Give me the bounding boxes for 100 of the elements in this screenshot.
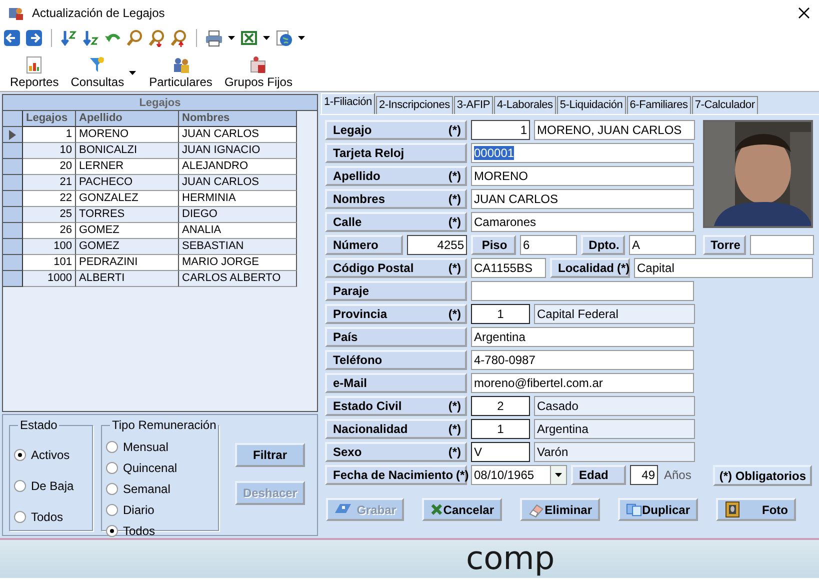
field-label: Paraje [325,281,467,301]
row-selector[interactable] [3,159,23,175]
input-field[interactable]: 6 [520,235,577,255]
radio-button[interactable] [14,449,26,461]
radio-option[interactable]: Quincenal [106,459,214,477]
radio-option[interactable]: Mensual [106,438,214,456]
radio-option[interactable]: Semanal [106,480,214,498]
row-selector[interactable] [3,239,23,255]
input-field[interactable]: 1 [471,304,530,324]
caret-icon[interactable] [262,34,271,42]
row-selector[interactable] [3,127,23,143]
input-field[interactable] [750,235,814,255]
input-field[interactable]: Varón [534,442,695,462]
table-cell: GOMEZ [76,223,179,239]
tab[interactable]: 7-Calculador [692,96,758,114]
tab[interactable]: 3-AFIP [454,96,493,114]
search-down-icon[interactable] [148,29,166,47]
row-selector[interactable] [3,191,23,207]
spreadsheet-icon[interactable] [240,29,258,47]
filter-button[interactable]: Filtrar [235,443,305,467]
input-field[interactable] [471,281,694,301]
radio-option[interactable]: Diario [106,501,214,519]
caret-icon[interactable] [227,34,236,42]
toolbar-button[interactable]: Reportes [10,55,59,89]
caret-icon[interactable] [297,34,306,42]
input-field[interactable]: Argentina [471,327,694,347]
app-icon [8,5,24,21]
input-field[interactable]: CA1155BS [471,258,546,278]
caret-icon[interactable] [128,69,138,77]
toolbar-button[interactable]: Consultas [70,55,124,89]
radio-button[interactable] [106,483,118,495]
column-header[interactable]: Apellido [76,111,179,127]
tab[interactable]: 1-Filiación [321,93,375,114]
column-header[interactable]: Legajos [23,111,76,127]
dropdown-button[interactable] [550,466,566,484]
action-button[interactable]: Duplicar [618,498,698,521]
table-cell: MARIO JORGE [179,255,297,271]
input-field[interactable]: Camarones [471,212,694,232]
group-title: Tipo Remuneración [110,418,218,432]
field-label: Teléfono [325,350,467,370]
toolbar-button[interactable]: Particulares [149,55,212,89]
input-field[interactable]: 2 [471,396,530,416]
input-field[interactable]: V [471,442,530,462]
input-field[interactable]: 49 [630,465,658,485]
column-header[interactable]: Nombres [179,111,297,127]
radio-option[interactable]: Todos [14,508,88,526]
input-field[interactable]: A [629,235,696,255]
printer-icon[interactable] [205,29,223,47]
input-field[interactable]: 4-780-0987 [471,350,694,370]
input-field[interactable]: MORENO [471,166,694,186]
input-field[interactable]: 1 [471,120,530,140]
search-up-icon[interactable] [170,29,188,47]
radio-button[interactable] [14,480,26,492]
table-cell: 20 [23,159,76,175]
input-field[interactable]: Argentina [534,419,695,439]
radio-button[interactable] [106,504,118,516]
input-field[interactable]: 000001 [471,143,694,163]
input-field[interactable]: 4255 [407,235,467,255]
required-legend-button[interactable]: (*) Obligatorios [713,465,812,486]
action-button[interactable]: Eliminar [520,498,600,521]
input-field[interactable]: Capital [634,258,813,278]
radio-button[interactable] [106,525,118,537]
tab[interactable]: 2-Inscripciones [376,96,453,114]
sort-descending-icon[interactable] [82,29,100,47]
toolbar-button[interactable]: Grupos Fijos [224,55,292,89]
action-button[interactable]: Cancelar [422,498,502,521]
search-icon[interactable] [126,29,144,47]
date-field[interactable]: 08/10/1965 [471,465,567,485]
action-button[interactable]: Foto [716,498,796,521]
row-selector[interactable] [3,255,23,271]
tab[interactable]: 6-Familiares [626,96,691,114]
field-label: Número [325,235,403,255]
sort-ascending-icon[interactable] [60,29,78,47]
close-icon[interactable] [797,6,811,20]
input-field[interactable]: MORENO, JUAN CARLOS [534,120,695,140]
row-selector[interactable] [3,271,23,287]
radio-option[interactable]: Todos [106,522,214,540]
field-label: Estado Civil (*) [325,396,467,416]
input-field[interactable]: 1 [471,419,530,439]
radio-button[interactable] [106,462,118,474]
tab[interactable]: 5-Liquidación [556,96,626,114]
back-icon[interactable] [3,29,21,47]
table-cell: HERMINIA [179,191,297,207]
radio-button[interactable] [14,511,26,523]
radio-option[interactable]: Activos [14,446,88,464]
input-field[interactable]: Casado [534,396,695,416]
row-selector[interactable] [3,207,23,223]
input-field[interactable]: moreno@fibertel.com.ar [471,373,694,393]
row-selector[interactable] [3,143,23,159]
forward-icon[interactable] [25,29,43,47]
row-selector[interactable] [3,175,23,191]
table-cell: ALEJANDRO [179,159,297,175]
radio-button[interactable] [106,441,118,453]
input-field[interactable]: JUAN CARLOS [471,189,694,209]
globe-icon[interactable] [275,29,293,47]
radio-option[interactable]: De Baja [14,477,88,495]
row-selector[interactable] [3,223,23,239]
tab[interactable]: 4-Laborales [494,96,556,114]
field-label: Código Postal (*) [325,258,467,278]
input-field[interactable]: Capital Federal [534,304,695,324]
